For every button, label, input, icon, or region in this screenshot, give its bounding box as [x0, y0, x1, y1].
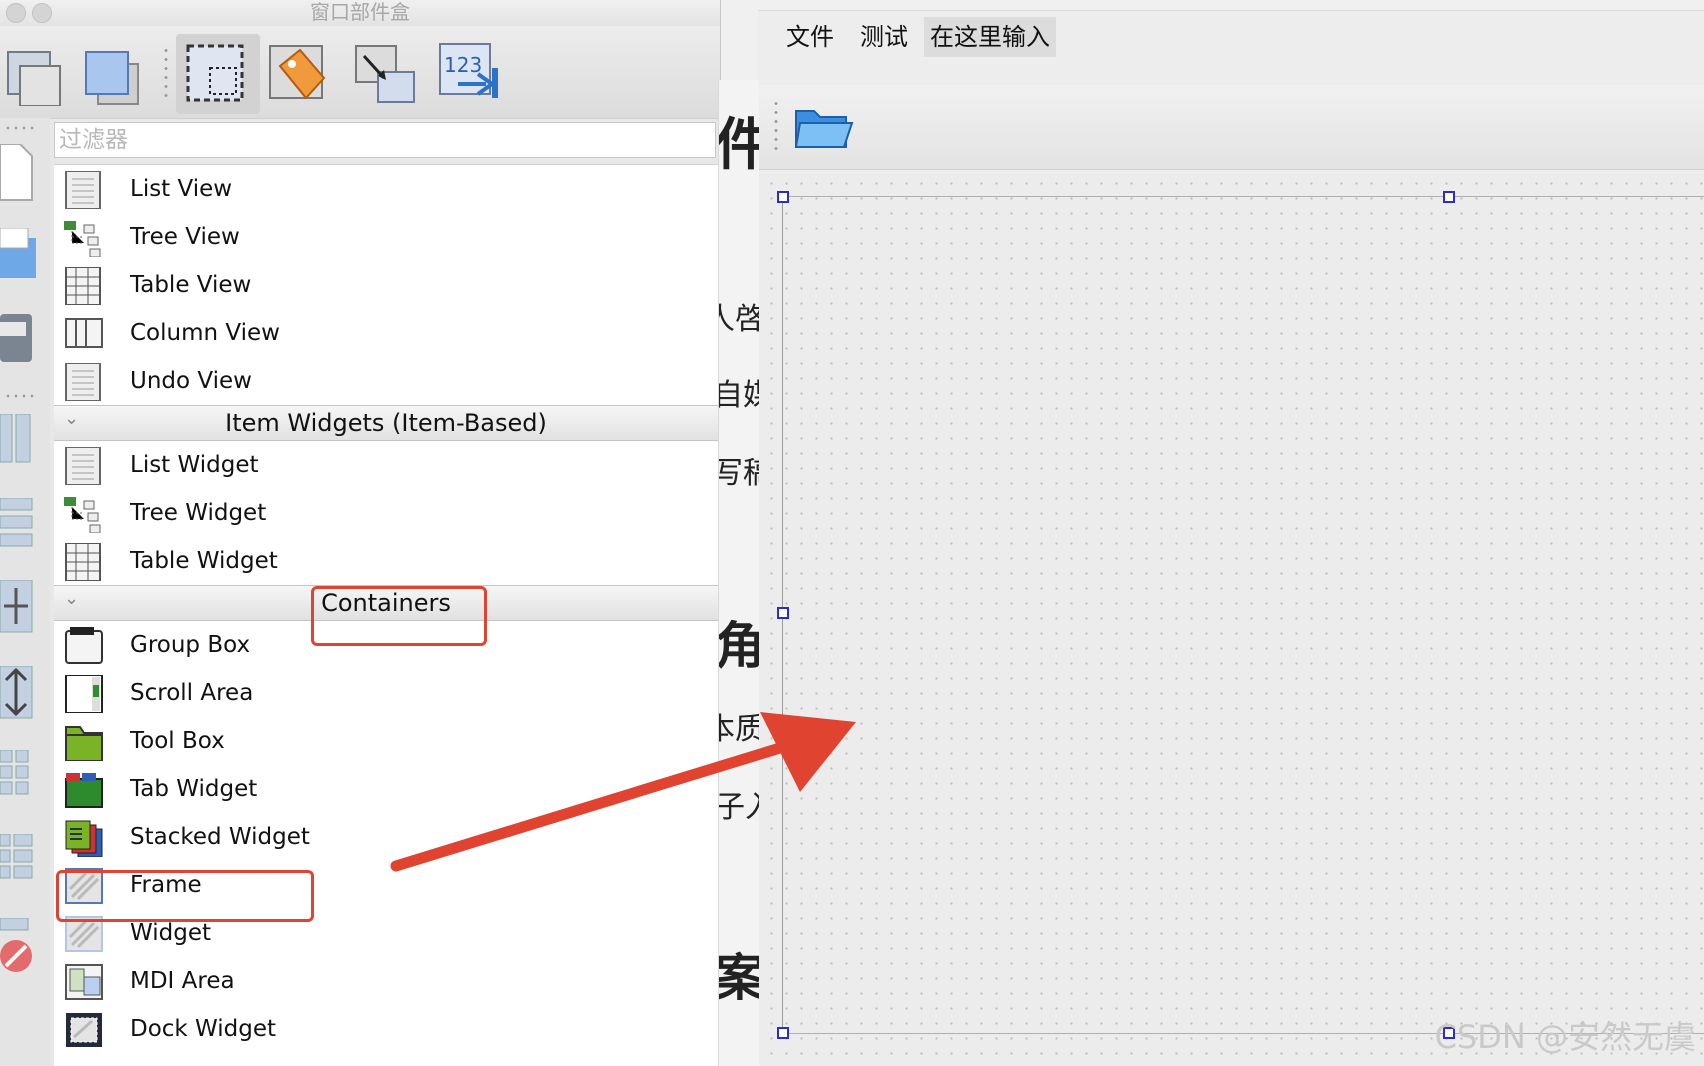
tag-icon	[269, 45, 326, 100]
list-item-table-view[interactable]: Table View	[54, 261, 718, 309]
list-widget-icon	[65, 447, 101, 485]
split-horizontal-icon[interactable]	[0, 580, 40, 636]
column-view-icon	[65, 318, 103, 348]
edit-tab-order-button[interactable]: 123	[438, 42, 502, 106]
toolbar-grip	[4, 126, 34, 130]
break-layout-icon[interactable]	[0, 918, 40, 978]
table-view-icon	[65, 267, 101, 305]
resize-handle[interactable]	[777, 1027, 789, 1039]
group-box-icon	[65, 627, 103, 664]
mdi-area-icon	[65, 964, 103, 1000]
send-back-icon	[7, 51, 61, 107]
print-icon[interactable]	[0, 228, 40, 288]
layout-vertical-icon[interactable]	[0, 498, 40, 550]
list-item-label: Undo View	[130, 368, 252, 394]
list-item-label: Tree Widget	[130, 500, 267, 526]
stacked-widget-icon	[65, 820, 103, 857]
tree-widget-icon	[64, 497, 101, 533]
list-item-dock-widget[interactable]: Dock Widget	[54, 1005, 718, 1053]
peek-text: 角	[719, 606, 759, 678]
list-item-list-view[interactable]: List View	[54, 165, 718, 213]
signal-slot-icon	[355, 45, 415, 103]
peek-text: 写稿	[719, 448, 759, 492]
list-item-tree-view[interactable]: Tree View	[54, 213, 718, 261]
partially-hidden-side-toolbar	[0, 118, 50, 1066]
tab-widget-icon	[65, 773, 103, 808]
list-item-label: List View	[130, 176, 233, 202]
send-to-back-button[interactable]	[4, 42, 68, 107]
list-item-label: Dock Widget	[130, 1016, 277, 1042]
bring-front-icon	[85, 51, 139, 105]
list-item-label: Group Box	[130, 632, 251, 658]
edit-widgets-button[interactable]	[176, 34, 260, 114]
list-item-label: Widget	[130, 920, 211, 946]
menu-file[interactable]: 文件	[780, 17, 840, 57]
peek-text: 自媒	[719, 370, 759, 414]
svg-text:123: 123	[444, 53, 482, 77]
list-item-tree-widget[interactable]: Tree Widget	[54, 489, 718, 537]
layout-grid-icon[interactable]	[0, 750, 40, 806]
menu-type-here[interactable]: 在这里输入	[924, 17, 1056, 57]
layout-horizontal-icon[interactable]	[0, 414, 40, 466]
edit-buddies-button[interactable]	[266, 42, 330, 106]
new-file-icon[interactable]	[0, 144, 40, 204]
toolbar-grip	[774, 99, 778, 151]
peek-text: 人啓	[719, 294, 759, 338]
table-widget-icon	[65, 543, 101, 581]
form-toolbar	[758, 85, 1704, 170]
watermark: CSDN @安然无虞	[1434, 1018, 1696, 1056]
window-title: 窗口部件盒	[310, 0, 410, 24]
selected-widget-frame[interactable]	[777, 191, 1704, 1039]
undo-view-icon	[65, 363, 101, 401]
list-item-column-view[interactable]: Column View	[54, 309, 718, 357]
background-document-peek: 件 人啓 自媒 写稿 角 本质 子入 案	[718, 80, 759, 1066]
split-vertical-icon[interactable]	[0, 666, 40, 722]
toolbar-separator	[164, 46, 168, 102]
tab-order-icon: 123	[439, 43, 498, 98]
peek-text: 案	[719, 938, 759, 1010]
resize-handle[interactable]	[777, 607, 789, 619]
edit-signals-button[interactable]	[354, 42, 418, 106]
tree-view-icon	[64, 221, 101, 257]
list-view-icon	[65, 171, 101, 209]
list-item-label: List Widget	[130, 452, 259, 478]
layout-form-icon[interactable]	[0, 834, 40, 890]
list-item-table-widget[interactable]: Table Widget	[54, 537, 718, 585]
bring-to-front-button[interactable]	[82, 42, 146, 106]
drag-arrow-annotation	[390, 712, 856, 872]
list-item-label: Table Widget	[130, 548, 278, 574]
resize-handle[interactable]	[1443, 191, 1455, 203]
category-item-widgets[interactable]: ⌄ Item Widgets (Item-Based)	[54, 405, 718, 441]
list-item-label: Table View	[130, 272, 252, 298]
list-item-label: Stacked Widget	[130, 824, 310, 850]
list-item-label: Column View	[130, 320, 280, 346]
toolbar-grip	[4, 394, 34, 398]
containers-highlight-box	[311, 586, 487, 646]
tool-box-icon	[65, 726, 103, 761]
list-item-label: Tree View	[130, 224, 240, 250]
edit-widgets-icon	[186, 44, 244, 102]
peek-text: 件	[719, 100, 759, 181]
list-item-list-widget[interactable]: List Widget	[54, 441, 718, 489]
dock-widget-icon	[66, 1013, 102, 1047]
editor-mode-toolbar: 123	[0, 26, 720, 119]
category-label: Item Widgets (Item-Based)	[225, 409, 547, 437]
list-item-label: Scroll Area	[130, 680, 254, 706]
open-folder-icon[interactable]	[794, 103, 854, 151]
list-item-label: MDI Area	[130, 968, 235, 994]
resize-handle[interactable]	[777, 191, 789, 203]
title-bar: 窗口部件盒	[0, 0, 720, 26]
form-menu-bar: 文件 测试 在这里输入	[758, 10, 1704, 86]
save-icon[interactable]	[0, 314, 40, 370]
list-item-mdi-area[interactable]: MDI Area	[54, 957, 718, 1005]
list-item-label: Tab Widget	[130, 776, 258, 802]
list-item-label: Tool Box	[130, 728, 225, 754]
list-item-undo-view[interactable]: Undo View	[54, 357, 718, 405]
scroll-area-icon	[65, 675, 103, 713]
frame-highlight-box	[56, 870, 314, 922]
menu-test[interactable]: 测试	[854, 17, 914, 57]
filter-input[interactable]	[54, 122, 716, 158]
